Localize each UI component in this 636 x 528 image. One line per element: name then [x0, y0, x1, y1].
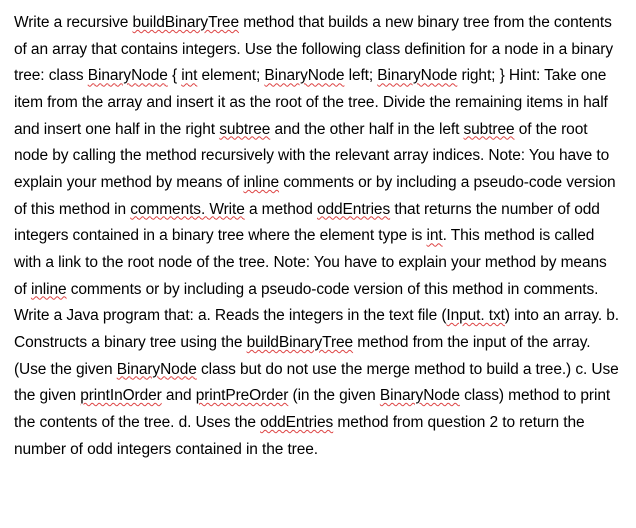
body-text: and	[162, 387, 196, 404]
body-text: {	[168, 67, 182, 84]
spell-error-text: oddEntries	[317, 201, 390, 218]
spell-error-text: int	[181, 67, 197, 84]
spell-error-text: BinaryNode	[380, 387, 460, 404]
spell-error-text: BinaryNode	[377, 67, 457, 84]
spell-error-text: int	[427, 227, 443, 244]
spell-error-text: inline	[243, 174, 279, 191]
spell-error-text: Input. txt	[446, 307, 504, 324]
spell-error-text: oddEntries	[260, 414, 333, 431]
body-text: a method	[245, 201, 317, 218]
spell-error-text: buildBinaryTree	[247, 334, 353, 351]
spell-error-text: BinaryNode	[264, 67, 344, 84]
spell-error-text: comments. Write	[130, 201, 245, 218]
spell-error-text: printInOrder	[80, 387, 162, 404]
body-text: and the other half in the left	[270, 121, 463, 138]
spell-error-text: inline	[31, 281, 67, 298]
spell-error-text: BinaryNode	[88, 67, 168, 84]
document-body: Write a recursive buildBinaryTree method…	[14, 10, 622, 463]
spell-error-text: subtree	[464, 121, 515, 138]
spell-error-text: subtree	[219, 121, 270, 138]
spell-error-text: printPreOrder	[196, 387, 289, 404]
body-text: (in the given	[288, 387, 380, 404]
spell-error-text: BinaryNode	[117, 361, 197, 378]
spell-error-text: buildBinaryTree	[133, 14, 239, 31]
body-text: left;	[344, 67, 377, 84]
body-text: element;	[197, 67, 264, 84]
body-text: Write a recursive	[14, 14, 133, 31]
